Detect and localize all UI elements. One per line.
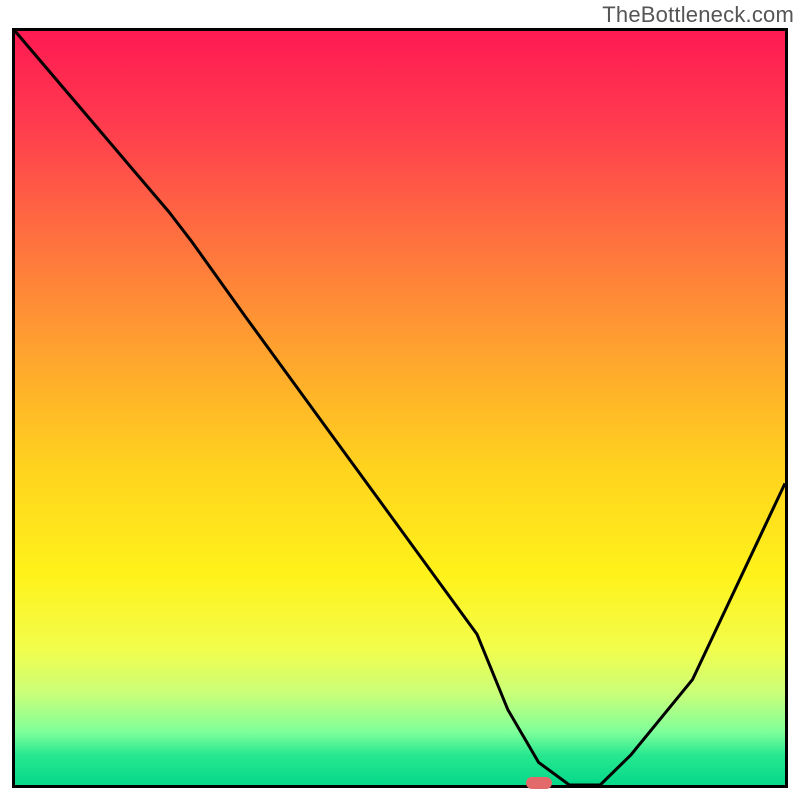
chart-container: TheBottleneck.com xyxy=(0,0,800,800)
watermark-text: TheBottleneck.com xyxy=(602,2,794,28)
plot-frame xyxy=(12,28,788,788)
curve-path xyxy=(15,31,785,785)
bottleneck-curve xyxy=(15,31,785,785)
optimal-point-marker xyxy=(526,777,552,789)
